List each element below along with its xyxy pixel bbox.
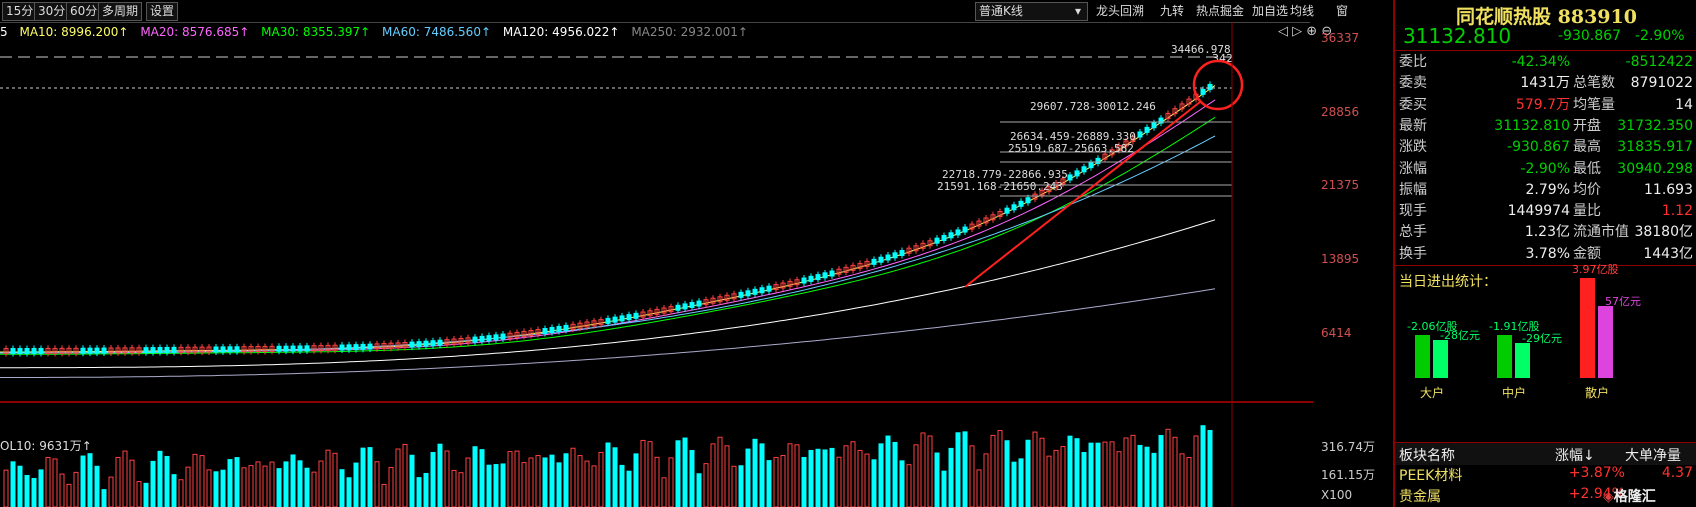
quote-value: -8512422 [1625,54,1693,70]
quote-value: -42.34% [1511,54,1570,70]
quote-value: 3.78% [1525,245,1570,262]
price-tick: 28856 [1321,105,1360,119]
settings-button[interactable]: 设置 [146,2,179,21]
chevron-down-icon: ▾ [1074,4,1081,18]
inout-shares-label: 3.97亿股 [1572,263,1619,276]
sector-pct: +3.87% [1568,465,1625,481]
inout-title: 当日进出统计： [1399,274,1497,290]
quote-value: 2.79% [1525,181,1570,198]
volume-unit: X100 [1321,488,1353,502]
chart-annotation: 25519.687-25663.582 [1008,142,1134,155]
kline-type-select[interactable]: 普通K线 ▾ [975,2,1088,21]
tool-ma-line[interactable]: 均线 [1290,3,1314,19]
stock-price: 31132.810 [1403,24,1512,48]
quote-value: -2.90% [1520,160,1570,177]
tool-window[interactable]: 窗 [1336,3,1348,19]
quote-value: 1.12 [1661,203,1693,220]
quote-value: 31732.350 [1617,117,1693,134]
price-tick: 6414 [1321,326,1352,340]
logo-icon: ◈ [1603,489,1614,505]
inout-group-name: 散户 [1585,386,1610,400]
quote-value: 31132.810 [1494,117,1570,134]
inout-amount-bar [1598,306,1613,378]
quote-panel: 同花顺热股 883910 31132.810 -930.867 -2.90% 委… [1393,0,1696,507]
inout-amount-bar [1433,340,1448,378]
highlight-circle [1192,59,1244,111]
quote-value: 14 [1675,96,1693,113]
stock-change: -930.867 [1558,28,1621,44]
inout-shares-bar [1497,335,1512,378]
chart-annotation: 29607.728-30012.246 [1030,100,1156,113]
inout-amount-bar [1515,343,1530,378]
period-30min-button[interactable]: 30分 [34,2,70,21]
period-60min-button[interactable]: 60分 [66,2,102,21]
tool-hot-spot[interactable]: 热点掘金 [1196,3,1244,19]
price-tick: 36337 [1321,31,1360,45]
stock-change-pct: -2.90% [1635,28,1685,44]
kline-chart[interactable]: 34466.97829607.728-30012.24626634.459-26… [0,22,1313,507]
volume-tick: 161.15万 [1321,468,1375,482]
chart-toolbar: 15分 30分 60分 多周期 设置 普通K线 ▾ 龙头回溯 九转 热点掘金 加自… [0,0,1314,23]
inout-group-name: 大户 [1420,386,1445,400]
volume-tick: 316.74万 [1321,440,1375,454]
quote-value: 8791022 [1630,75,1693,92]
sector-table-header: 板块名称 涨幅↓ 大单净量 [1395,443,1696,465]
price-tick: 21375 [1321,178,1360,192]
inout-group-name: 中户 [1502,386,1527,400]
quote-value: 38180亿 [1634,224,1693,241]
quote-value: -930.867 [1507,139,1570,156]
quote-value: 1.23亿 [1524,224,1570,241]
multi-period-button[interactable]: 多周期 [98,2,143,21]
sector-name: PEEK材料 [1399,468,1463,484]
inout-shares-bar [1580,278,1595,378]
price-axis: 36337 28856 21375 13895 6414 316.74万 161… [1313,22,1393,507]
quote-value: 1449974 [1507,203,1570,220]
quote-value: 30940.298 [1617,160,1693,177]
tool-nine-turn[interactable]: 九转 [1160,3,1184,19]
inout-shares-bar [1415,335,1430,378]
quote-value: 579.7万 [1515,96,1570,113]
quote-value: 31835.917 [1617,139,1693,156]
watermark: ◈格隆汇 [1603,489,1656,505]
sector-col-net[interactable]: 大单净量 [1625,445,1681,465]
price-tick: 13895 [1321,252,1360,266]
tool-add-watchlist[interactable]: 加自选 [1252,3,1288,19]
sector-net: 4.37 [1661,465,1693,481]
sector-name: 贵金属 [1399,489,1441,505]
sector-col-name[interactable]: 板块名称 [1399,445,1455,465]
volume-title: OL10: 9631万↑ [0,439,92,453]
sector-col-pct[interactable]: 涨幅↓ [1555,445,1595,465]
chart-annotation: 21591.168-21650.243 [937,180,1063,193]
quote-value: 1431万 [1520,75,1570,92]
period-15min-button[interactable]: 15分 [2,2,38,21]
tool-leader-backtrack[interactable]: 龙头回溯 [1096,3,1144,19]
quote-value: 11.693 [1644,181,1693,198]
